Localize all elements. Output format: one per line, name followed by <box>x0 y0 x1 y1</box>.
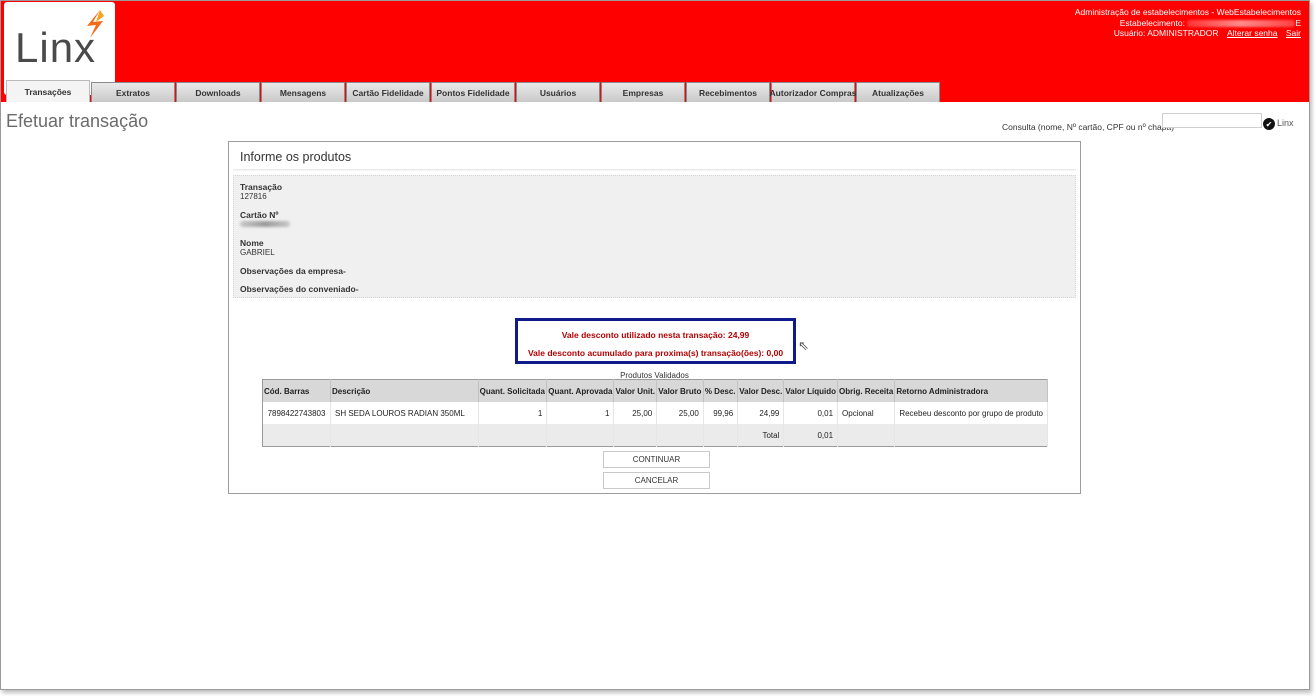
cell-valor-unit: 25,00 <box>613 402 658 424</box>
blurred-card-number <box>240 221 290 227</box>
search-submit-check-icon[interactable]: ✔ <box>1263 118 1275 130</box>
col-cod-barras: Cód. Barras <box>262 379 331 402</box>
col-pct-desc: % Desc. <box>703 379 739 402</box>
col-obrig-receita: Obrig. Receita <box>837 379 896 402</box>
panel-title: Informe os produtos <box>240 150 352 164</box>
user-info: Administração de estabelecimentos - WebE… <box>1075 7 1301 39</box>
mini-linx-logo: Linx <box>1277 118 1294 128</box>
header-bar: Linx Administração de estabelecimentos -… <box>1 1 1309 102</box>
tab-transacoes[interactable]: Transações <box>6 80 90 102</box>
transaction-info: Transação 127816 Cartão Nº Nome GABRIEL … <box>233 175 1076 298</box>
cell-codigo: 7898422743803 <box>262 402 331 424</box>
col-descricao: Descrição <box>330 379 479 402</box>
col-valor-desc: Valor Desc. <box>737 379 785 402</box>
obs-conveniado-label: Observações do conveniado- <box>240 284 359 294</box>
estabelecimento-line: Estabelecimento: E <box>1119 17 1301 28</box>
table-total-row: Total 0,01 <box>262 424 1048 447</box>
vale-utilizado-msg: Vale desconto utilizado nesta transação:… <box>561 330 750 340</box>
cancelar-button[interactable]: CANCELAR <box>603 472 710 489</box>
admin-title: Administração de estabelecimentos - WebE… <box>1074 7 1301 17</box>
cell-obrig-receita: Opcional <box>837 402 896 424</box>
products-panel: Informe os produtos Transação 127816 Car… <box>228 141 1081 494</box>
tab-recebimentos[interactable]: Recebimentos <box>686 82 770 102</box>
search-input[interactable] <box>1162 113 1262 128</box>
tab-empresas[interactable]: Empresas <box>601 82 685 102</box>
app-window: Linx Administração de estabelecimentos -… <box>0 0 1310 690</box>
continuar-button[interactable]: CONTINUAR <box>603 451 710 468</box>
cartao-label: Cartão Nº <box>240 210 279 220</box>
tab-downloads[interactable]: Downloads <box>176 82 260 102</box>
total-label: Total <box>737 424 785 447</box>
alterar-senha-link[interactable]: Alterar senha <box>1227 28 1278 38</box>
col-quant-aprovada: Quant. Aprovada <box>546 379 615 402</box>
total-value: 0,01 <box>783 424 839 447</box>
tab-atualizacoes[interactable]: Atualizações <box>856 82 940 102</box>
col-valor-liquido: Valor Líquido <box>783 379 839 402</box>
table-header-row: Cód. Barras Descrição Quant. Solicitada … <box>262 379 1048 402</box>
main-tabs: Transações Extratos Downloads Mensagens … <box>6 80 941 102</box>
cell-descricao: SH SEDA LOUROS RADIAN 350ML <box>330 402 479 424</box>
tab-mensagens[interactable]: Mensagens <box>261 82 345 102</box>
col-valor-unit: Valor Unit. <box>613 379 658 402</box>
usuario-label: Usuário: ADMINISTRADOR <box>1113 28 1219 38</box>
page-title: Efetuar transação <box>6 111 149 131</box>
table-row: 7898422743803 SH SEDA LOUROS RADIAN 350M… <box>262 402 1048 424</box>
tab-extratos[interactable]: Extratos <box>91 82 175 102</box>
products-table: Cód. Barras Descrição Quant. Solicitada … <box>262 379 1048 447</box>
blurred-estabelecimento <box>1187 19 1296 27</box>
cell-valor-liquido: 0,01 <box>783 402 839 424</box>
usuario-line: Usuário: ADMINISTRADOR Alterar senha Sai… <box>1075 28 1301 39</box>
sair-link[interactable]: Sair <box>1286 28 1301 38</box>
cell-qtd-aprovada: 1 <box>546 402 615 424</box>
nome-value: GABRIEL <box>240 248 275 257</box>
search-label: Consulta (nome, Nº cartão, CPF ou nº cha… <box>1002 122 1175 132</box>
cell-retorno: Recebeu desconto por grupo de produto <box>894 402 1048 424</box>
obs-empresa-label: Observações da empresa- <box>240 266 346 276</box>
col-valor-bruto: Valor Bruto <box>656 379 704 402</box>
vale-acumulado-msg: Vale desconto acumulado para proxima(s) … <box>527 348 784 358</box>
nome-label: Nome <box>240 238 264 248</box>
col-retorno-administradora: Retorno Administradora <box>894 379 1048 402</box>
col-quant-solicitada: Quant. Solicitada <box>478 379 548 402</box>
tab-usuarios[interactable]: Usuários <box>516 82 600 102</box>
cell-valor-desc: 24,99 <box>737 402 785 424</box>
mouse-cursor-icon: ⇖ <box>798 338 809 353</box>
transacao-value: 127816 <box>240 192 267 201</box>
linx-star-icon <box>87 10 104 38</box>
discount-message-box: Vale desconto utilizado nesta transação:… <box>515 318 796 364</box>
transacao-label: Transação <box>240 182 283 192</box>
tab-autorizador-compras[interactable]: Autorizador Compras <box>770 82 856 102</box>
cell-qtd-solicitada: 1 <box>478 402 548 424</box>
tab-pontos-fidelidade[interactable]: Pontos Fidelidade <box>431 82 515 102</box>
tab-cartao-fidelidade[interactable]: Cartão Fidelidade <box>346 82 430 102</box>
divider <box>233 169 1076 171</box>
cell-pct-desc: 99,96 <box>703 402 739 424</box>
cell-valor-bruto: 25,00 <box>656 402 704 424</box>
